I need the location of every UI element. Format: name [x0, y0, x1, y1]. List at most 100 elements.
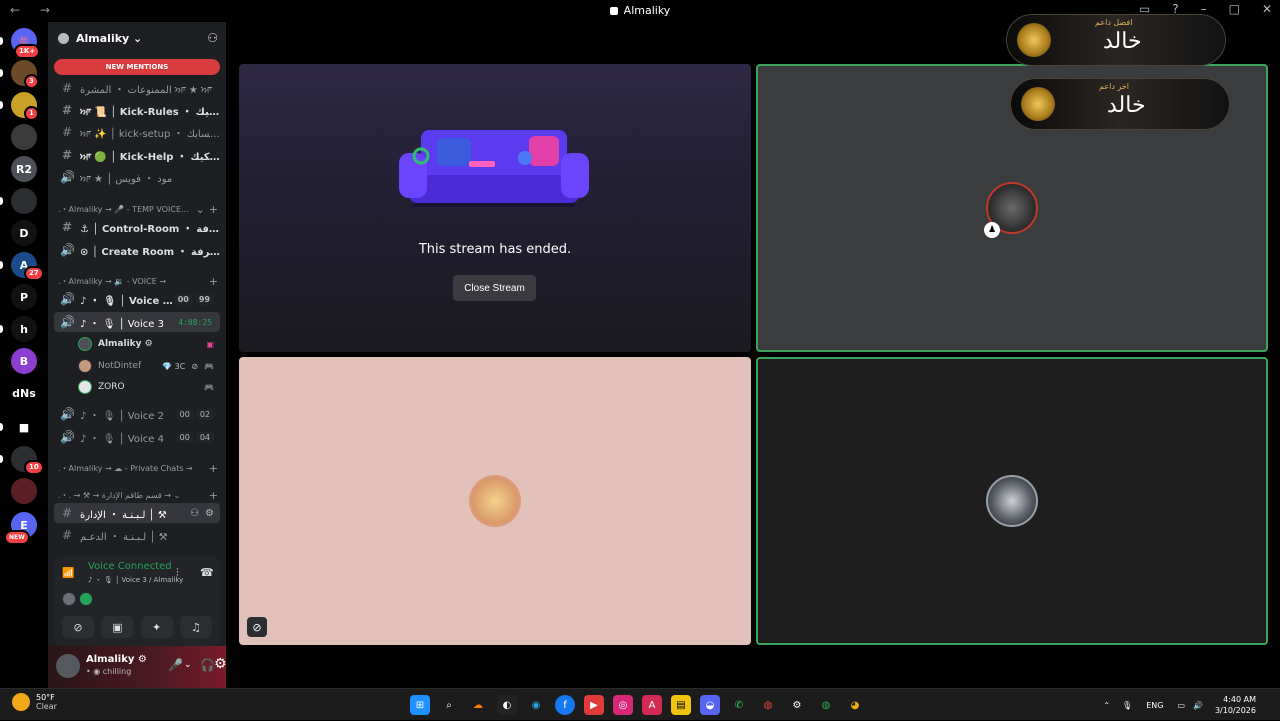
language-indicator[interactable]: ENG — [1146, 701, 1163, 710]
server-icon[interactable] — [11, 124, 37, 150]
channel-name: لـبـنـة ・ الإدارة │ ⚒ — [80, 509, 167, 521]
signal-icon[interactable]: 📶 — [62, 568, 76, 582]
chrome-icon[interactable]: ◍ — [816, 695, 836, 715]
channel-name: ♪ ・ 🎙 │ Voice 2 — [80, 410, 164, 422]
category-voice[interactable]: .・Almaliky → 🔉 - VOICE → + — [58, 274, 218, 288]
chevron-down-icon[interactable]: ⌄ — [184, 660, 192, 670]
user-name[interactable]: Almaliky ⚙ — [86, 654, 147, 665]
chrome-icon[interactable]: ◍ — [758, 695, 778, 715]
channel-item[interactable]: # ਆ ✨ │ kick-setup ・ حسابك-... — [54, 122, 220, 142]
add-channel-icon[interactable]: + — [209, 275, 218, 288]
weather-widget[interactable]: 50°F Clear — [12, 693, 57, 711]
app-icon[interactable]: A — [642, 695, 662, 715]
stream-tile-ended[interactable]: This stream has ended. Close Stream — [239, 64, 751, 352]
server-icon[interactable] — [11, 188, 37, 214]
channel-item[interactable]: # ਆ 🟢 │ Kick-Help ・ دعم-الكيك — [54, 145, 220, 165]
server-icon[interactable]: dNs — [11, 380, 37, 406]
avatar[interactable] — [56, 654, 80, 678]
channel-item[interactable]: 🔊 ਆ ★ │ مود ・ فويس — [54, 167, 220, 187]
hash-icon: # — [61, 103, 73, 117]
channel-item[interactable]: # لـبـنـة ・ الدعـم │ ⚒ — [54, 525, 220, 545]
add-channel-icon[interactable]: + — [209, 203, 218, 216]
category-temp-voice[interactable]: .・Almaliky → 🎤 - TEMP VOICE... ⌄ + — [58, 202, 218, 216]
new-mentions-button[interactable]: NEW MENTIONS — [54, 59, 220, 75]
count-limit: 99 — [194, 293, 214, 305]
category-name: .・Almaliky → 🎤 - TEMP VOICE... — [58, 204, 189, 214]
banner-caption: اخر داعم — [1099, 82, 1130, 91]
microphone-icon[interactable]: 🎙 — [1122, 701, 1132, 710]
screen-share-button[interactable]: ▣ — [101, 616, 134, 638]
voice-user[interactable]: NotDintef 💎 3C ⊘ 🎮 — [78, 356, 220, 376]
add-channel-icon[interactable]: + — [209, 489, 218, 502]
soundcloud-icon[interactable]: ☁ — [468, 695, 488, 715]
close-stream-button[interactable]: Close Stream — [453, 275, 536, 301]
headphones-icon[interactable]: 🎧 — [200, 658, 215, 672]
voice-channel-item[interactable]: 🔊 ♪ ・ 🎙 │ Voice 99 00 99 — [54, 289, 220, 309]
voice-timer: 4:08:25 — [178, 317, 212, 327]
search-icon[interactable]: ⌕ — [439, 695, 459, 715]
participant-tile[interactable] — [756, 357, 1268, 645]
voice-connected-panel: 📶 Voice Connected ♪ ・ 🎙 │ Voice 3 / Alma… — [54, 556, 220, 646]
server-icon[interactable]: D — [11, 220, 37, 246]
server-icon[interactable] — [11, 478, 37, 504]
close-button[interactable]: ✕ — [1262, 2, 1272, 16]
gear-icon[interactable]: ⚙ — [205, 508, 214, 519]
voice-status[interactable]: Voice Connected — [88, 561, 172, 572]
channel-item[interactable]: 🔊 ⊙ │ Create Room ・ انشاء غرفة... — [54, 240, 220, 260]
network-icon[interactable]: ▭ — [1177, 701, 1185, 710]
avatar[interactable] — [62, 592, 76, 606]
windows-start-icon[interactable]: ⊞ — [410, 695, 430, 715]
app-icon[interactable]: ◐ — [497, 695, 517, 715]
app-icon[interactable]: ◕ — [845, 695, 865, 715]
voice-channel-item[interactable]: 🔊 ♪ ・ 🎙 │ Voice 2 00 02 — [54, 404, 220, 424]
soundwave-icon[interactable]: ⫶ — [176, 566, 179, 580]
banner-name: خالد — [1107, 93, 1146, 118]
discord-icon[interactable]: ◒ — [700, 695, 720, 715]
whatsapp-icon[interactable]: ✆ — [729, 695, 749, 715]
file-explorer-icon[interactable]: ▤ — [671, 695, 691, 715]
participant-tile[interactable]: ⊘ — [239, 357, 751, 645]
guild-icon — [58, 32, 69, 44]
microphone-icon[interactable]: 🎤 — [168, 658, 183, 672]
activities-button[interactable]: ✦ — [140, 616, 173, 638]
volume-icon[interactable]: 🔊 — [1193, 701, 1203, 710]
server-icon[interactable]: B — [11, 348, 37, 374]
voice-user[interactable]: Almaliky ⚙ ▣ — [78, 334, 220, 354]
avatar — [78, 359, 92, 373]
server-icon[interactable]: h — [11, 316, 37, 342]
edge-icon[interactable]: ◉ — [526, 695, 546, 715]
channel-item[interactable]: # ਆ 📜 │ Kick-Rules ・ الكيك-... — [54, 100, 220, 120]
voice-channel-path[interactable]: ♪ ・ 🎙 │ Voice 3 / Almaliky — [88, 575, 183, 585]
app-icon[interactable]: ⚙ — [787, 695, 807, 715]
channel-item-hovered[interactable]: # لـبـنـة ・ الإدارة │ ⚒ ⚇ ⚙ — [54, 503, 220, 523]
guild-header[interactable]: Almaliky ⌄ ⚇ — [48, 22, 226, 54]
voice-channel-item-active[interactable]: 🔊 ♪ ・ 🎙 │ Voice 3 4:08:25 — [54, 312, 220, 332]
stream-ended-message: This stream has ended. — [418, 242, 572, 257]
channel-item[interactable]: # الممنوعات ・ المشرة ਆ ★ ਆ — [54, 78, 220, 98]
server-icon[interactable]: ■ — [11, 414, 37, 440]
facebook-icon[interactable]: f — [555, 695, 575, 715]
gear-icon[interactable]: ⚙ — [214, 656, 227, 672]
camera-off-button[interactable]: ⊘ — [62, 616, 94, 638]
unread-pill — [0, 101, 3, 109]
avatar — [986, 475, 1038, 527]
soundboard-button[interactable]: ♫ — [179, 616, 212, 638]
invite-icon[interactable]: ⚇ — [207, 31, 218, 45]
category-private-chats[interactable]: .・Almaliky → ☁ - Private Chats → + — [58, 461, 218, 475]
add-channel-icon[interactable]: + — [209, 462, 218, 475]
avatar[interactable] — [79, 592, 93, 606]
category-admin[interactable]: .・. → ⚒ → قسم طاقم الإدارة → ⌄ + — [58, 488, 218, 502]
channel-item[interactable]: # ⚓ │ Control-Room ・ الغرفة... — [54, 217, 220, 237]
maximize-button[interactable]: □ — [1229, 2, 1240, 16]
instagram-icon[interactable]: ◎ — [613, 695, 633, 715]
server-icon[interactable]: R2 — [11, 156, 37, 182]
voice-user[interactable]: ZORO 🎮 — [78, 377, 220, 397]
chevron-up-icon[interactable]: ⌃ — [1103, 701, 1110, 710]
invite-icon[interactable]: ⚇ — [190, 508, 199, 519]
voice-channel-item[interactable]: 🔊 ♪ ・ 🎙 │ Voice 4 00 04 — [54, 427, 220, 447]
clock[interactable]: 4:40 AM 3/10/2026 — [1215, 694, 1256, 716]
user-name: Almaliky ⚙ — [98, 339, 153, 349]
server-icon[interactable]: P — [11, 284, 37, 310]
video-app-icon[interactable]: ▶ — [584, 695, 604, 715]
disconnect-icon[interactable]: ☎ — [200, 566, 214, 579]
